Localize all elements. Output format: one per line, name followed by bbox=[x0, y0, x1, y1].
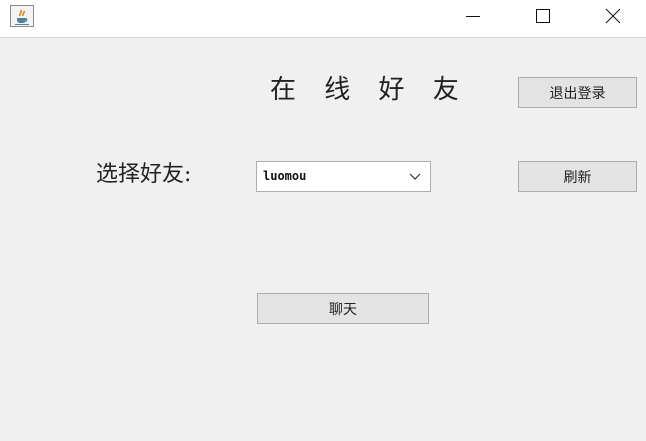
maximize-button[interactable] bbox=[520, 0, 566, 32]
chat-button[interactable]: 聊天 bbox=[257, 293, 429, 324]
minimize-icon bbox=[466, 16, 480, 17]
close-button[interactable] bbox=[590, 0, 636, 32]
friend-select-value: luomou bbox=[263, 169, 307, 183]
friend-select[interactable]: luomou bbox=[256, 161, 431, 192]
close-icon bbox=[605, 8, 621, 24]
maximize-icon bbox=[536, 9, 550, 23]
chevron-down-icon bbox=[409, 173, 421, 180]
online-friends-window: 在 线 好 友 退出登录 选择好友: luomou 刷新 聊天 bbox=[0, 0, 646, 441]
java-coffee-icon bbox=[10, 5, 34, 27]
select-friend-label: 选择好友: bbox=[96, 162, 192, 187]
minimize-button[interactable] bbox=[450, 0, 496, 32]
logout-button[interactable]: 退出登录 bbox=[518, 77, 637, 108]
refresh-button[interactable]: 刷新 bbox=[518, 161, 637, 192]
page-title: 在 线 好 友 bbox=[270, 75, 469, 105]
title-bar bbox=[0, 0, 646, 38]
